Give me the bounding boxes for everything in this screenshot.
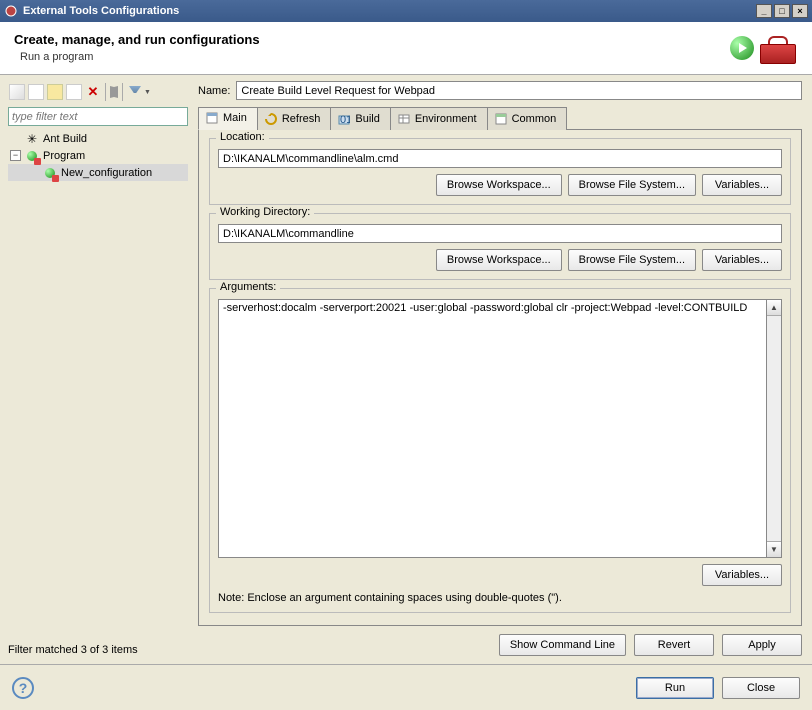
show-command-line-button[interactable]: Show Command Line	[499, 634, 626, 656]
location-input[interactable]	[218, 149, 782, 168]
name-input[interactable]	[236, 81, 802, 100]
tab-refresh[interactable]: Refresh	[257, 107, 332, 130]
working-dir-label: Working Directory:	[216, 206, 314, 218]
filter-dropdown-arrow[interactable]: ▼	[144, 89, 151, 96]
expander-icon[interactable]: −	[10, 150, 21, 161]
arguments-note: Note: Enclose an argument containing spa…	[218, 592, 782, 604]
name-label: Name:	[198, 85, 230, 97]
sidebar: ✕ ▼ ✳ Ant Build − Program New_configurat…	[0, 75, 192, 664]
config-panel: Name: Main Refresh 010 Build Environment	[192, 75, 812, 664]
ant-icon: ✳	[24, 131, 40, 147]
common-tab-icon	[494, 112, 508, 126]
refresh-tab-icon	[264, 112, 278, 126]
collapse-icon[interactable]	[110, 86, 118, 98]
sidebar-toolbar: ✕ ▼	[8, 81, 188, 103]
help-icon[interactable]: ?	[12, 677, 34, 699]
workdir-variables-button[interactable]: Variables...	[702, 249, 782, 271]
toolbox-icon	[758, 32, 798, 64]
scroll-down-icon[interactable]: ▼	[767, 541, 781, 557]
workdir-browse-filesystem-button[interactable]: Browse File System...	[568, 249, 696, 271]
workdir-browse-workspace-button[interactable]: Browse Workspace...	[436, 249, 562, 271]
export-icon[interactable]	[47, 84, 63, 100]
program-icon	[24, 148, 40, 164]
location-variables-button[interactable]: Variables...	[702, 174, 782, 196]
filter-status: Filter matched 3 of 3 items	[8, 640, 188, 660]
new-config-icon[interactable]	[9, 84, 25, 100]
apply-button[interactable]: Apply	[722, 634, 802, 656]
app-icon	[4, 4, 18, 18]
working-dir-input[interactable]	[218, 224, 782, 243]
working-dir-group: Working Directory: Browse Workspace... B…	[209, 213, 791, 280]
header-title: Create, manage, and run configurations	[14, 32, 730, 47]
tab-label: Common	[512, 113, 557, 125]
arguments-label: Arguments:	[216, 281, 280, 293]
arguments-textarea[interactable]: -serverhost:docalm -serverport:20021 -us…	[218, 299, 766, 558]
tree-label: New_configuration	[61, 167, 152, 179]
config-tree: ✳ Ant Build − Program New_configuration	[8, 130, 188, 636]
revert-button[interactable]: Revert	[634, 634, 714, 656]
tab-main[interactable]: Main	[198, 107, 258, 130]
tree-item-ant-build[interactable]: ✳ Ant Build	[8, 130, 188, 147]
tab-strip: Main Refresh 010 Build Environment Commo…	[198, 106, 802, 130]
filter-input[interactable]	[8, 107, 188, 126]
tab-label: Refresh	[282, 113, 321, 125]
tree-item-new-configuration[interactable]: New_configuration	[8, 164, 188, 181]
location-label: Location:	[216, 131, 269, 143]
maximize-button[interactable]: □	[774, 4, 790, 18]
location-browse-workspace-button[interactable]: Browse Workspace...	[436, 174, 562, 196]
arguments-group: Arguments: -serverhost:docalm -serverpor…	[209, 288, 791, 613]
toolbar-separator	[105, 83, 106, 101]
tab-build[interactable]: 010 Build	[330, 107, 390, 130]
svg-text:010: 010	[340, 114, 350, 125]
build-tab-icon: 010	[337, 112, 351, 126]
program-icon	[42, 165, 58, 181]
close-button[interactable]: Close	[722, 677, 800, 699]
header-subtitle: Run a program	[20, 51, 730, 63]
tree-item-program[interactable]: − Program	[8, 147, 188, 164]
tab-common[interactable]: Common	[487, 107, 568, 130]
tab-label: Environment	[415, 113, 477, 125]
run-icon	[730, 36, 754, 60]
tab-label: Main	[223, 112, 247, 124]
scroll-up-icon[interactable]: ▲	[767, 300, 781, 316]
tab-environment[interactable]: Environment	[390, 107, 488, 130]
toolbar-separator	[122, 83, 123, 101]
close-window-button[interactable]: ×	[792, 4, 808, 18]
tab-label: Build	[355, 113, 379, 125]
new-prototype-icon[interactable]	[28, 84, 44, 100]
environment-tab-icon	[397, 112, 411, 126]
main-tab-icon	[205, 111, 219, 125]
arguments-scrollbar[interactable]: ▲ ▼	[766, 299, 782, 558]
location-group: Location: Browse Workspace... Browse Fil…	[209, 138, 791, 205]
tree-label: Program	[43, 150, 85, 162]
tree-label: Ant Build	[43, 133, 87, 145]
location-browse-filesystem-button[interactable]: Browse File System...	[568, 174, 696, 196]
duplicate-icon[interactable]	[66, 84, 82, 100]
run-button[interactable]: Run	[636, 677, 714, 699]
arguments-variables-button[interactable]: Variables...	[702, 564, 782, 586]
window-title: External Tools Configurations	[23, 5, 179, 17]
tab-body-main: Location: Browse Workspace... Browse Fil…	[198, 130, 802, 626]
dialog-footer: ? Run Close	[0, 664, 812, 710]
title-bar: External Tools Configurations _ □ ×	[0, 0, 812, 22]
minimize-button[interactable]: _	[756, 4, 772, 18]
delete-icon[interactable]: ✕	[85, 84, 101, 100]
filter-icon[interactable]	[127, 84, 143, 100]
dialog-header: Create, manage, and run configurations R…	[0, 22, 812, 75]
